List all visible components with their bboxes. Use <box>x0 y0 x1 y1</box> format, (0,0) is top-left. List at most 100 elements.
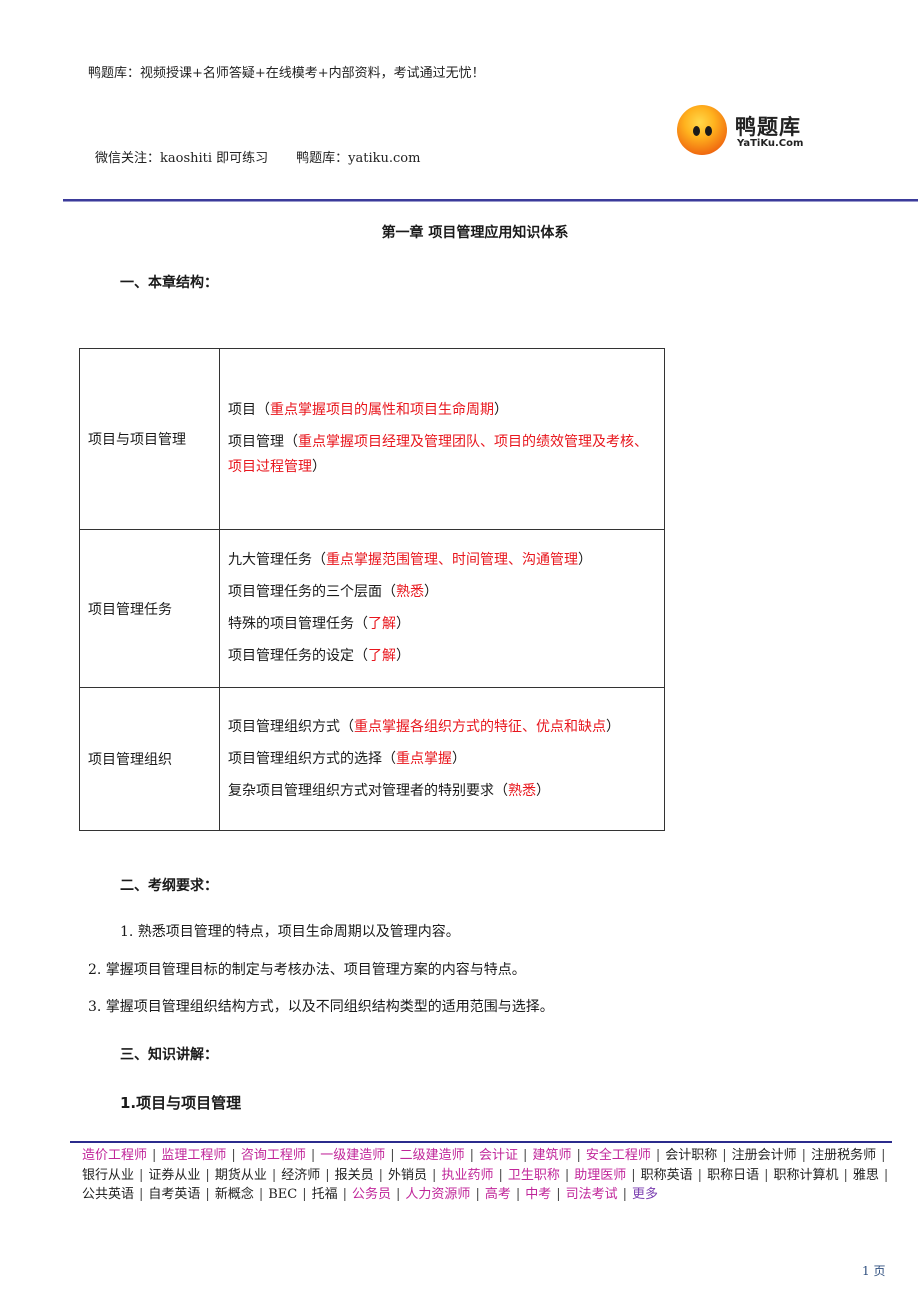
table-category: 项目管理任务 <box>79 529 220 688</box>
table-item: 项目管理（重点掌握项目经理及管理团队、项目的绩效管理及考核、项目过程管理） <box>228 430 658 480</box>
footer-link[interactable]: 证券从业 <box>148 1168 200 1183</box>
item-text: 项目管理组织方式（ <box>228 718 354 735</box>
footer-link[interactable]: 托福 <box>312 1187 338 1202</box>
footer-separator: | <box>310 1148 316 1163</box>
footer-separator: | <box>498 1167 503 1183</box>
footer-separator: | <box>432 1167 437 1183</box>
footer-link[interactable]: 卫生职称 <box>508 1168 560 1183</box>
footer-link[interactable]: 职称英语 <box>641 1168 693 1183</box>
table-row: 项目与项目管理 项目（重点掌握项目的属性和项目生命周期） 项目管理（重点掌握项目… <box>79 348 665 530</box>
logo-eye-right <box>705 126 712 136</box>
footer-link[interactable]: BEC <box>268 1187 297 1202</box>
footer-link[interactable]: 更多 <box>632 1187 658 1202</box>
item-highlight: 了解 <box>368 616 396 632</box>
footer-separator: | <box>205 1187 210 1202</box>
footer-link[interactable]: 自考英语 <box>148 1187 200 1202</box>
footer-separator: | <box>722 1148 727 1163</box>
item-end: ） <box>606 718 620 735</box>
footer-separator: | <box>258 1187 264 1202</box>
footer-exam-links: 造价工程师|​监理工程师|​咨询工程师|​一级建造师|​二级建造师|​会计证|​… <box>82 1146 897 1205</box>
table-item: 复杂项目管理组织方式对管理者的特别要求（熟悉） <box>228 779 658 804</box>
item-end: ） <box>452 750 466 767</box>
footer-link[interactable]: 注册税务师 <box>811 1148 876 1163</box>
footer-link[interactable]: 会计职称 <box>665 1148 717 1163</box>
footer-link[interactable]: 监理工程师 <box>161 1148 226 1163</box>
footer-link[interactable]: 执业药师 <box>441 1168 493 1183</box>
footer-link[interactable]: 公共英语 <box>82 1187 134 1202</box>
footer-separator: | <box>139 1187 144 1202</box>
requirement-item: 1. 熟悉项目管理的特点，项目生命周期以及管理内容。 <box>120 924 460 940</box>
footer-separator: | <box>152 1148 157 1163</box>
footer-link[interactable]: 职称计算机 <box>773 1168 838 1183</box>
footer-separator: | <box>390 1148 395 1163</box>
subsection-heading: 1.项目与项目管理 <box>120 1094 242 1112</box>
table-item: 项目管理组织方式（重点掌握各组织方式的特征、优点和缺点） <box>228 715 658 740</box>
footer-link[interactable]: 会计证 <box>479 1148 518 1163</box>
footer-link[interactable]: 中考 <box>525 1187 551 1202</box>
footer-separator: | <box>139 1167 144 1183</box>
header-divider <box>63 199 918 202</box>
footer-separator: | <box>271 1167 277 1183</box>
footer-link[interactable]: 安全工程师 <box>586 1148 651 1163</box>
item-highlight: 重点掌握各组织方式的特征、优点和缺点 <box>354 718 606 735</box>
footer-separator: | <box>523 1148 528 1163</box>
item-end: ） <box>578 552 592 568</box>
footer-link[interactable]: 助理医师 <box>574 1168 626 1183</box>
footer-link[interactable]: 造价工程师 <box>82 1148 147 1163</box>
footer-link[interactable]: 建筑师 <box>532 1148 571 1163</box>
header-contact: 微信关注：kaoshiti 即可练习 鸭题库：yatiku.com <box>95 147 420 166</box>
footer-link[interactable]: 新概念 <box>215 1187 254 1202</box>
footer-separator: | <box>631 1167 636 1183</box>
item-end: ） <box>396 648 410 664</box>
footer-link[interactable]: 二级建造师 <box>400 1148 465 1163</box>
footer-link[interactable]: 期货从业 <box>215 1168 267 1183</box>
footer-separator: | <box>764 1167 769 1183</box>
section-heading-requirements: 二、考纲要求： <box>120 878 218 894</box>
item-text: 特殊的项目管理任务（ <box>228 616 368 632</box>
footer-link[interactable]: 职称日语 <box>707 1168 759 1183</box>
item-text: 项目管理任务的三个层面（ <box>228 584 396 600</box>
footer-separator: | <box>205 1167 210 1183</box>
table-item: 项目（重点掌握项目的属性和项目生命周期） <box>228 398 658 423</box>
chapter-title: 第一章 项目管理应用知识体系 <box>381 225 569 241</box>
item-text: 项目管理组织方式的选择（ <box>228 750 396 767</box>
table-item: 九大管理任务（重点掌握范围管理、时间管理、沟通管理） <box>228 548 658 573</box>
site-info[interactable]: 鸭题库：yatiku.com <box>296 151 420 166</box>
logo-name-en: YaTiKu.Com <box>737 138 804 149</box>
duck-face-logo-icon <box>677 105 727 155</box>
item-highlight: 熟悉 <box>508 782 536 799</box>
item-highlight: 熟悉 <box>396 584 424 600</box>
page-number: 1 页 <box>862 1264 886 1278</box>
item-text: 复杂项目管理组织方式对管理者的特别要求（ <box>228 782 508 799</box>
section-heading-structure: 一、本章结构： <box>120 275 218 291</box>
footer-separator: | <box>475 1187 480 1202</box>
item-end: ） <box>312 459 326 475</box>
footer-link[interactable]: 人力资源师 <box>405 1187 470 1202</box>
footer-separator: | <box>556 1187 561 1202</box>
footer-link[interactable]: 高考 <box>485 1187 511 1202</box>
footer-separator: | <box>622 1187 628 1202</box>
item-highlight: 了解 <box>368 648 396 664</box>
table-items: 项目管理组织方式（重点掌握各组织方式的特征、优点和缺点） 项目管理组织方式的选择… <box>219 687 665 831</box>
footer-link[interactable]: 公务员 <box>352 1187 391 1202</box>
yatiku-logo[interactable]: 鸭题库 YaTiKu.Com <box>677 103 812 158</box>
table-item: 项目管理组织方式的选择（重点掌握） <box>228 747 658 772</box>
footer-link[interactable]: 银行从业 <box>82 1168 134 1183</box>
footer-separator: | <box>342 1187 348 1202</box>
footer-link[interactable]: 司法考试 <box>566 1187 618 1202</box>
footer-link[interactable]: 注册会计师 <box>732 1148 797 1163</box>
table-item: 项目管理任务的设定（了解） <box>228 644 658 669</box>
footer-link[interactable]: 雅思 <box>853 1168 879 1183</box>
item-end: ） <box>536 782 550 799</box>
footer-link[interactable]: 经济师 <box>281 1168 320 1183</box>
footer-separator: | <box>325 1167 330 1183</box>
footer-link[interactable]: 一级建造师 <box>320 1148 385 1163</box>
footer-link[interactable]: 报关员 <box>335 1168 374 1183</box>
item-highlight: 重点掌握范围管理、时间管理、沟通管理 <box>326 552 578 568</box>
footer-link[interactable]: 外销员 <box>388 1168 427 1183</box>
item-highlight: 重点掌握项目的属性和项目生命周期 <box>270 402 494 418</box>
footer-link[interactable]: 咨询工程师 <box>241 1148 306 1163</box>
item-text: 项目（ <box>228 402 270 418</box>
footer-separator: | <box>883 1167 889 1183</box>
section-heading-knowledge: 三、知识讲解： <box>120 1047 218 1063</box>
